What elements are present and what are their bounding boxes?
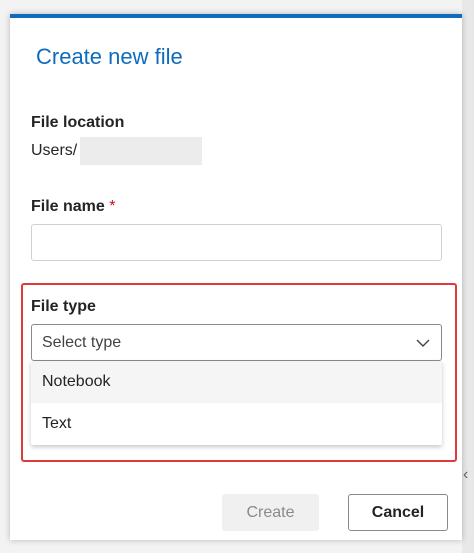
file-type-select[interactable]: Select type (31, 324, 442, 361)
file-type-label: File type (31, 298, 96, 315)
file-location-label: File location (31, 114, 125, 131)
cancel-button[interactable]: Cancel (348, 494, 448, 531)
create-file-dialog: Create new file File location Users/ Fil… (10, 14, 462, 540)
create-button[interactable]: Create (222, 494, 319, 531)
chevron-down-icon (416, 339, 430, 347)
file-type-placeholder: Select type (42, 334, 122, 351)
file-location-value: Users/ (31, 142, 78, 159)
file-name-label: File name * (31, 198, 116, 216)
file-type-dropdown: Notebook Text (31, 361, 442, 445)
file-name-label-text: File name (31, 198, 105, 215)
required-marker: * (109, 198, 116, 215)
file-name-input[interactable] (31, 224, 442, 261)
chevron-left-icon: ‹ (463, 466, 469, 483)
option-notebook[interactable]: Notebook (31, 361, 442, 403)
option-text[interactable]: Text (31, 403, 442, 445)
dialog-title: Create new file (36, 44, 183, 69)
redacted-username (80, 137, 202, 165)
